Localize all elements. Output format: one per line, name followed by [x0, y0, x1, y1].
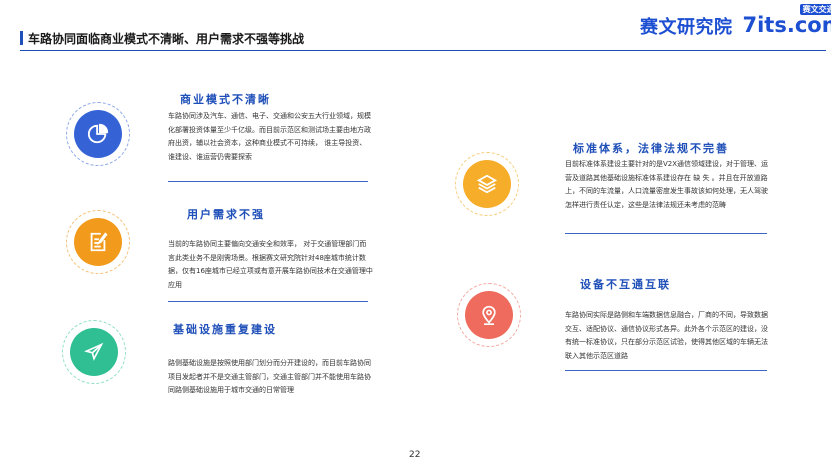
brand-logo: 赛文研究院 7its.com 赛文交通网: [640, 4, 831, 40]
section-circle-user-demand: [66, 210, 130, 274]
page-title: 车路协同面临商业模式不清晰、用户需求不强等挑战: [28, 31, 305, 46]
section-title-standards: 标准体系，法律法规不完善: [573, 142, 729, 155]
paper-plane-icon: [84, 342, 104, 361]
pie-chart-icon: [87, 123, 109, 144]
title-accent-mark: [20, 31, 23, 45]
section-divider-interconnection: [565, 370, 767, 371]
section-divider-user-demand: [168, 301, 368, 302]
logo-name-cn: 赛文研究院: [640, 17, 733, 38]
page-number: 22: [409, 450, 421, 460]
location-pin-icon: [482, 305, 496, 325]
section-body-standards: 目前标准体系建设主要针对的是V2X通信领域建设，对于管理、运营及道路其他基础设施…: [565, 160, 769, 209]
section-circle-business-model: [66, 102, 130, 166]
section-circle-standards: [455, 152, 519, 216]
section-title-business-model: 商业模式不清晰: [180, 93, 271, 106]
section-body-business-model: 车路协同涉及汽车、通信、电子、交通和公安五大行业领域，规模化部署投资体量至少千亿…: [168, 112, 371, 161]
title-divider: [20, 50, 826, 51]
section-circle-infrastructure: [62, 320, 126, 384]
logo-domain: 7its.com: [742, 13, 831, 37]
page-title-bar: 车路协同面临商业模式不清晰、用户需求不强等挑战: [20, 30, 304, 46]
logo-name-en: 7its.com 赛文交通网: [742, 4, 831, 40]
section-title-interconnection: 设备不互通互联: [580, 278, 671, 291]
section-title-infrastructure: 基础设施重复建设: [173, 323, 277, 336]
section-body-user-demand: 当前的车路协同主要偏向交通安全和效率， 对于交通管理部门而言此类业务不是刚需场景…: [168, 240, 373, 289]
document-edit-icon: [90, 232, 108, 252]
logo-badge: 赛文交通网: [799, 4, 831, 15]
section-divider-business-model: [168, 181, 368, 182]
layers-icon: [476, 174, 498, 194]
section-divider-standards: [565, 233, 767, 234]
section-body-interconnection: 车路协同实际是路侧和车端数据信息融合，厂商的不同，导致数据交互、适配协议、通信协…: [565, 311, 768, 360]
section-circle-interconnection: [457, 283, 521, 347]
section-title-user-demand: 用户需求不强: [187, 208, 265, 221]
section-body-infrastructure: 路侧基础设施是按照使用部门划分而分开建设的，而目前车路协同项目发起者并不是交通主…: [168, 359, 371, 394]
